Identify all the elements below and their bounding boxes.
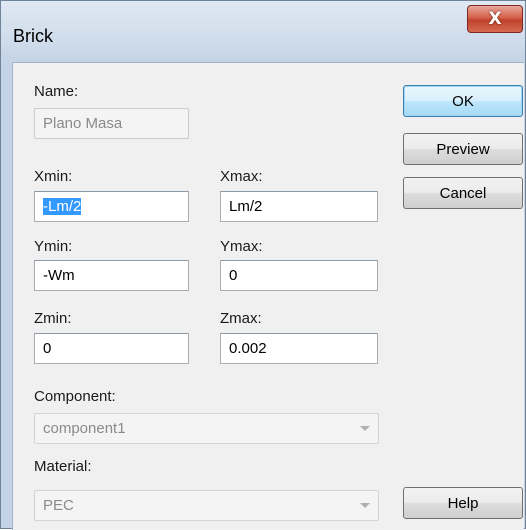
cancel-button[interactable]: Cancel <box>403 177 523 209</box>
help-button[interactable]: Help <box>403 487 523 519</box>
brick-dialog: Brick X Name: Plano Masa Xmin: -Lm/2 Xma… <box>0 0 526 530</box>
zmax-label: Zmax: <box>220 310 262 327</box>
name-label: Name: <box>34 83 79 100</box>
chevron-down-icon <box>360 426 370 431</box>
preview-button[interactable]: Preview <box>403 133 523 165</box>
title-bar[interactable]: Brick X <box>1 1 526 61</box>
xmin-field[interactable]: -Lm/2 <box>34 191 189 222</box>
component-select-value: component1 <box>43 420 126 437</box>
dialog-body: Name: Plano Masa Xmin: -Lm/2 Xmax: Lm/2 … <box>12 62 524 530</box>
ymax-label: Ymax: <box>220 238 263 255</box>
dialog-title: Brick <box>13 26 53 46</box>
xmax-label: Xmax: <box>220 168 263 185</box>
ymin-field[interactable]: -Wm <box>34 260 189 291</box>
material-select: PEC <box>34 490 379 521</box>
ymin-label: Ymin: <box>34 238 73 255</box>
ok-button[interactable]: OK <box>403 85 523 117</box>
xmin-label: Xmin: <box>34 168 73 185</box>
close-button[interactable]: X <box>467 5 523 33</box>
chevron-down-icon <box>360 503 370 508</box>
component-select: component1 <box>34 413 379 444</box>
ymax-field[interactable]: 0 <box>220 260 378 291</box>
xmax-field[interactable]: Lm/2 <box>220 191 378 222</box>
close-icon: X <box>488 9 502 29</box>
zmax-field[interactable]: 0.002 <box>220 333 378 364</box>
component-label: Component: <box>34 388 116 405</box>
name-field: Plano Masa <box>34 108 189 139</box>
zmin-label: Zmin: <box>34 310 72 327</box>
material-label: Material: <box>34 458 92 475</box>
zmin-field[interactable]: 0 <box>34 333 189 364</box>
material-select-value: PEC <box>43 497 74 514</box>
xmin-selected-text: -Lm/2 <box>43 198 82 215</box>
